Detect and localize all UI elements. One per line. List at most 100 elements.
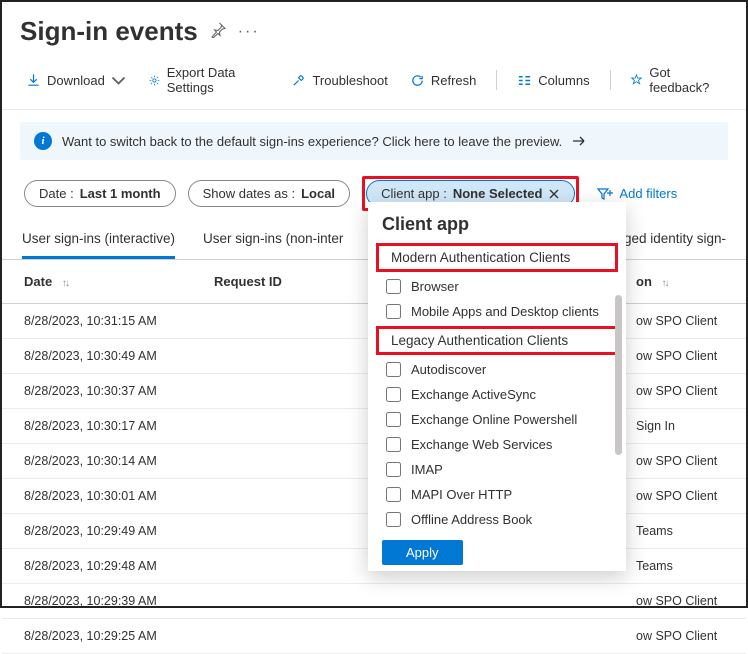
cell-app: ow SPO Client [636,304,746,339]
cell-request-id [192,479,352,514]
col-app-label: on [636,274,652,289]
option-label: Exchange Web Services [411,437,552,452]
cell-request-id [192,514,352,549]
sort-icon: ↑↓ [62,278,68,289]
option-label: Autodiscover [411,362,486,377]
cell-app: Teams [636,514,746,549]
cell-date: 8/28/2023, 10:30:01 AM [2,479,192,514]
info-icon: i [34,132,52,150]
option-label: MAPI Over HTTP [411,487,512,502]
filter-show-dates[interactable]: Show dates as : Local [188,180,350,207]
dropdown-option[interactable]: Exchange ActiveSync [368,382,626,407]
troubleshoot-button[interactable]: Troubleshoot [281,69,397,92]
filter-showdates-value: Local [301,186,335,201]
dropdown-title: Client app [368,202,626,241]
filter-date-label: Date : [39,186,74,201]
dropdown-option[interactable]: Exchange Online Powershell [368,407,626,432]
feedback-button[interactable]: Got feedback? [620,61,732,99]
add-filters-label: Add filters [619,186,677,201]
cell-spacer [352,619,636,654]
cell-spacer [352,584,636,619]
filter-clientapp-label: Client app : [381,186,447,201]
close-icon[interactable] [548,188,560,200]
cell-request-id [192,304,352,339]
refresh-label: Refresh [431,73,477,88]
cell-app: Sign In [636,409,746,444]
cell-request-id [192,549,352,584]
cell-request-id [192,339,352,374]
tab-noninteractive[interactable]: User sign-ins (non-inter [203,231,343,259]
option-label: Browser [411,279,459,294]
pin-icon[interactable] [210,22,226,41]
feedback-label: Got feedback? [649,65,722,95]
dropdown-option[interactable]: Autodiscover [368,357,626,382]
arrow-right-icon [572,135,586,147]
export-label: Export Data Settings [167,65,270,95]
option-checkbox[interactable] [386,437,401,452]
dropdown-option[interactable]: Exchange Web Services [368,432,626,457]
col-date-label: Date [24,274,52,289]
option-checkbox[interactable] [386,487,401,502]
columns-label: Columns [538,73,589,88]
option-label: Mobile Apps and Desktop clients [411,304,599,319]
chevron-down-icon [111,73,126,88]
cell-request-id [192,374,352,409]
cell-date: 8/28/2023, 10:30:37 AM [2,374,192,409]
cell-date: 8/28/2023, 10:29:39 AM [2,584,192,619]
refresh-button[interactable]: Refresh [400,69,487,92]
dropdown-option[interactable]: Offline Address Book [368,507,626,532]
cell-request-id [192,409,352,444]
dropdown-option[interactable]: IMAP [368,457,626,482]
option-label: Exchange ActiveSync [411,387,536,402]
cell-request-id [192,619,352,654]
columns-button[interactable]: Columns [507,69,599,92]
cell-date: 8/28/2023, 10:29:48 AM [2,549,192,584]
info-banner[interactable]: i Want to switch back to the default sig… [20,122,728,160]
table-row[interactable]: 8/28/2023, 10:29:39 AM ow SPO Client [2,584,746,619]
dropdown-option[interactable]: MAPI Over HTTP [368,482,626,507]
add-filters-button[interactable]: Add filters [597,186,677,201]
option-checkbox[interactable] [386,304,401,319]
toolbar-separator [610,70,611,90]
option-checkbox[interactable] [386,387,401,402]
filter-date[interactable]: Date : Last 1 month [24,180,176,207]
filter-showdates-label: Show dates as : [203,186,296,201]
dropdown-option[interactable]: Mobile Apps and Desktop clients [368,299,626,324]
download-label: Download [47,73,105,88]
option-checkbox[interactable] [386,462,401,477]
troubleshoot-label: Troubleshoot [312,73,387,88]
option-checkbox[interactable] [386,512,401,527]
info-text: Want to switch back to the default sign-… [62,134,562,149]
export-settings-button[interactable]: Export Data Settings [138,61,280,99]
apply-button[interactable]: Apply [382,540,463,565]
cell-date: 8/28/2023, 10:29:25 AM [2,619,192,654]
toolbar-separator [496,70,497,90]
command-bar: Download Export Data Settings Troublesho… [2,55,746,110]
tab-managed-identity[interactable]: ged identity sign- [624,231,726,259]
option-label: IMAP [411,462,443,477]
dropdown-group-header: Legacy Authentication Clients [376,326,618,355]
col-application[interactable]: on ↑↓ [636,260,746,304]
dropdown-option[interactable]: Browser [368,274,626,299]
dropdown-group-header: Modern Authentication Clients [376,243,618,272]
client-app-dropdown: Client app Modern Authentication Clients… [368,202,626,571]
more-icon[interactable]: ··· [238,23,260,41]
filter-date-value: Last 1 month [80,186,161,201]
cell-app: ow SPO Client [636,584,746,619]
download-button[interactable]: Download [16,69,136,92]
table-row[interactable]: 8/28/2023, 10:29:25 AMow SPO Client [2,619,746,654]
option-checkbox[interactable] [386,362,401,377]
cell-date: 8/28/2023, 10:30:14 AM [2,444,192,479]
cell-app: ow SPO Client [636,444,746,479]
cell-date: 8/28/2023, 10:31:15 AM [2,304,192,339]
col-request-id[interactable]: Request ID [192,260,352,304]
tab-interactive[interactable]: User sign-ins (interactive) [22,231,175,259]
scrollbar-thumb[interactable] [615,295,622,455]
option-checkbox[interactable] [386,279,401,294]
option-checkbox[interactable] [386,412,401,427]
cell-date: 8/28/2023, 10:29:49 AM [2,514,192,549]
option-label: Exchange Online Powershell [411,412,577,427]
col-date[interactable]: Date ↑↓ [2,260,192,304]
cell-request-id [192,444,352,479]
cell-request-id [192,584,352,619]
